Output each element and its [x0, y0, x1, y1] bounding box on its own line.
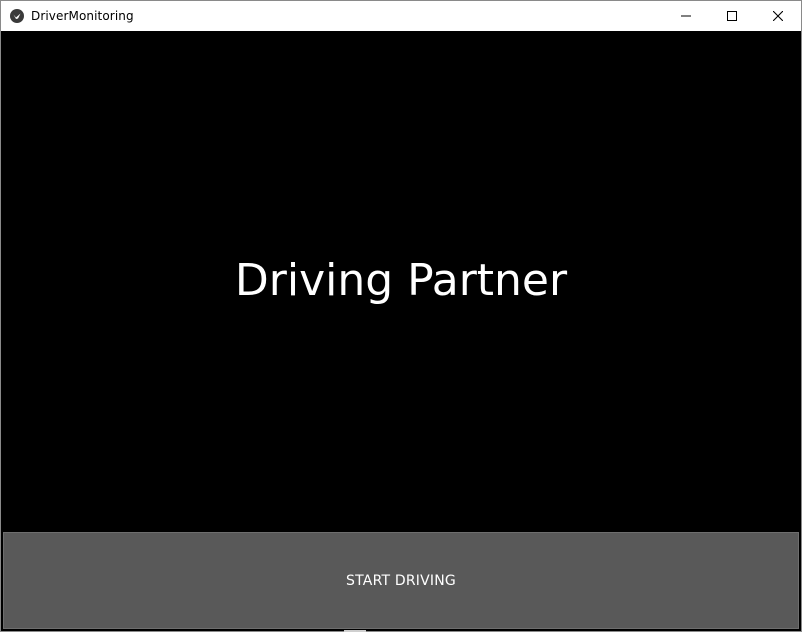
window-controls — [663, 1, 801, 31]
start-driving-button[interactable]: START DRIVING — [3, 532, 799, 629]
title-bar[interactable]: DriverMonitoring — [1, 1, 801, 31]
app-window: DriverMonitoring Driving Partner START D… — [0, 0, 802, 632]
minimize-icon — [681, 11, 691, 21]
kivy-app-icon — [9, 8, 25, 24]
main-content: Driving Partner — [1, 31, 801, 531]
maximize-button[interactable] — [709, 1, 755, 31]
minimize-button[interactable] — [663, 1, 709, 31]
app-headline: Driving Partner — [234, 255, 568, 306]
close-button[interactable] — [755, 1, 801, 31]
maximize-icon — [727, 11, 737, 21]
close-icon — [773, 11, 783, 21]
start-driving-label: START DRIVING — [346, 572, 456, 589]
window-title: DriverMonitoring — [31, 9, 134, 23]
